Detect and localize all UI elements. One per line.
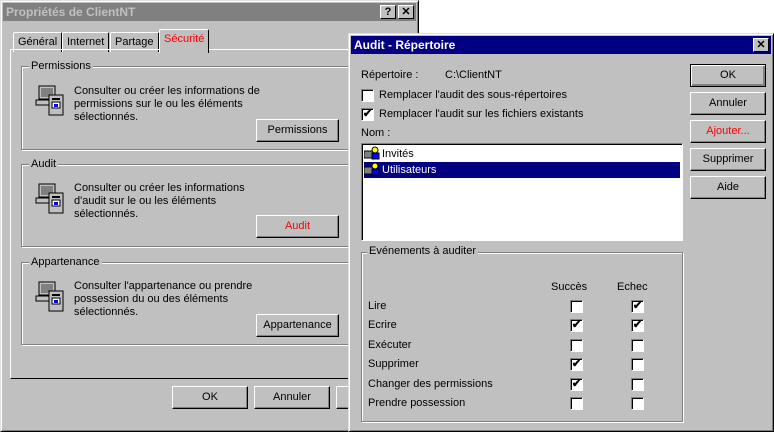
event-label: Prendre possession bbox=[368, 397, 466, 409]
event-label: Changer des permissions bbox=[368, 378, 493, 390]
audit-description: Consulter ou créer les informations d'au… bbox=[74, 182, 245, 220]
replace-subdirs-label: Remplacer l'audit des sous-répertoires bbox=[379, 89, 567, 101]
event-success-checkbox[interactable] bbox=[570, 339, 583, 352]
audit-dialog: Audit - Répertoire ✕ Répertoire : C:\Cli… bbox=[348, 33, 774, 432]
appartenance-button[interactable]: Appartenance bbox=[256, 314, 339, 337]
help-button[interactable]: Aide bbox=[690, 176, 766, 199]
tab-securite[interactable]: Sécurité bbox=[159, 29, 210, 53]
permissions-description: Consulter ou créer les informations de p… bbox=[74, 85, 260, 123]
computer-icon bbox=[35, 85, 64, 116]
event-label: Supprimer bbox=[368, 358, 419, 370]
event-failure-checkbox[interactable] bbox=[631, 339, 644, 352]
user-group-icon bbox=[364, 146, 380, 160]
cancel-button[interactable]: Annuler bbox=[690, 92, 766, 115]
event-success-checkbox[interactable] bbox=[570, 397, 583, 410]
user-group-icon bbox=[364, 162, 380, 176]
help-title-button[interactable]: ? bbox=[380, 5, 396, 19]
audit-title: Audit - Répertoire bbox=[354, 38, 456, 52]
event-success-checkbox[interactable] bbox=[570, 300, 583, 313]
cancel-button[interactable]: Annuler bbox=[254, 386, 330, 409]
ok-button[interactable]: OK bbox=[690, 64, 766, 87]
failure-column-header: Echec bbox=[617, 281, 648, 293]
list-item-label: Utilisateurs bbox=[382, 164, 437, 176]
audit-group-title: Audit bbox=[29, 158, 59, 170]
list-item[interactable]: Utilisateurs bbox=[364, 162, 680, 178]
tab-internet-label: Internet bbox=[67, 36, 105, 48]
list-item[interactable]: Invités bbox=[364, 146, 680, 162]
name-label: Nom : bbox=[361, 127, 391, 139]
replace-subdirs-checkbox[interactable] bbox=[361, 89, 374, 102]
permissions-group-title: Permissions bbox=[29, 60, 93, 72]
tab-securite-label: Sécurité bbox=[164, 33, 205, 45]
properties-titlebar: Propriétés de ClientNT ? ✕ bbox=[3, 3, 416, 21]
permissions-button[interactable]: Permissions bbox=[256, 119, 339, 142]
event-success-checkbox[interactable]: ✔ bbox=[570, 378, 583, 391]
audit-titlebar: Audit - Répertoire ✕ bbox=[351, 36, 771, 54]
event-failure-checkbox[interactable]: ✔ bbox=[631, 300, 644, 313]
event-label: Exécuter bbox=[368, 339, 412, 351]
properties-title: Propriétés de ClientNT bbox=[6, 5, 136, 19]
tab-general-label: Général bbox=[18, 36, 58, 48]
success-column-header: Succès bbox=[551, 281, 588, 293]
event-label: Lire bbox=[368, 300, 387, 312]
event-label: Ecrire bbox=[368, 319, 397, 331]
directory-value: C:\ClientNT bbox=[445, 69, 502, 81]
computer-icon bbox=[35, 183, 64, 214]
replace-files-label: Remplacer l'audit sur les fichiers exist… bbox=[379, 108, 584, 120]
tab-partage-label: Partage bbox=[115, 36, 154, 48]
event-success-checkbox[interactable]: ✔ bbox=[570, 358, 583, 371]
computer-icon bbox=[35, 281, 64, 312]
close-icon[interactable]: ✕ bbox=[398, 5, 414, 19]
remove-button[interactable]: Supprimer bbox=[690, 148, 766, 171]
names-listbox[interactable]: Invités Utilisateurs bbox=[361, 143, 683, 241]
event-failure-checkbox[interactable]: ✔ bbox=[631, 319, 644, 332]
events-group-title: Evénements à auditer bbox=[367, 245, 479, 257]
appartenance-group-title: Appartenance bbox=[29, 256, 102, 268]
add-button[interactable]: Ajouter... bbox=[690, 120, 766, 143]
event-failure-checkbox[interactable] bbox=[631, 378, 644, 391]
close-icon[interactable]: ✕ bbox=[753, 38, 769, 52]
event-failure-checkbox[interactable] bbox=[631, 397, 644, 410]
event-success-checkbox[interactable]: ✔ bbox=[570, 319, 583, 332]
event-failure-checkbox[interactable] bbox=[631, 358, 644, 371]
ok-button[interactable]: OK bbox=[172, 386, 248, 409]
appartenance-description: Consulter l'appartenance ou prendre poss… bbox=[74, 280, 253, 318]
replace-files-checkbox[interactable]: ✔ bbox=[361, 108, 374, 121]
list-item-label: Invités bbox=[382, 148, 414, 160]
audit-button[interactable]: Audit bbox=[256, 215, 339, 238]
directory-label: Répertoire : bbox=[361, 69, 419, 81]
